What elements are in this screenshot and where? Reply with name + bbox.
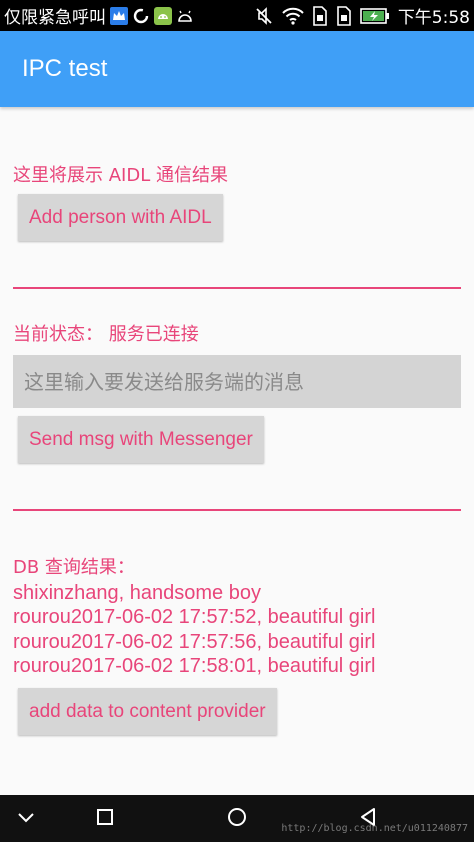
db-result-row: rourou2017-06-02 17:57:56, beautiful gir…	[13, 630, 376, 653]
nav-home-button[interactable]	[207, 795, 267, 842]
crown-icon	[110, 6, 128, 25]
db-results-header: DB 查询结果：	[13, 557, 135, 578]
sim2-icon	[336, 5, 352, 26]
status-bar: 仅限紧急呼叫 下午5:58	[0, 0, 474, 31]
android-debug-icon	[176, 7, 194, 25]
app-bar: IPC test	[0, 31, 474, 107]
app-title: IPC test	[22, 55, 108, 82]
send-msg-messenger-button[interactable]: Send msg with Messenger	[18, 416, 264, 463]
sim1-icon	[312, 5, 328, 26]
carrier-text: 仅限紧急呼叫	[4, 8, 106, 28]
db-result-row: rourou2017-06-02 17:58:01, beautiful gir…	[13, 655, 376, 677]
nav-recents-button[interactable]	[75, 795, 135, 842]
add-data-content-provider-button[interactable]: add data to content provider	[18, 688, 277, 735]
divider-top	[13, 287, 461, 289]
watermark-text: http://blog.csdn.net/u011240877	[281, 823, 468, 834]
battery-charging-icon	[360, 7, 390, 25]
chevron-down-icon	[17, 809, 35, 828]
divider-bottom	[13, 509, 461, 511]
message-input[interactable]	[13, 355, 461, 408]
sync-icon	[132, 7, 150, 25]
add-person-aidl-button[interactable]: Add person with AIDL	[18, 194, 223, 241]
recents-square-icon	[96, 808, 114, 830]
mute-icon	[254, 6, 274, 26]
home-circle-icon	[227, 807, 247, 831]
db-results: DB 查询结果： shixinzhang, handsome boy rouro…	[13, 556, 375, 679]
db-result-row: rourou2017-06-02 17:57:52, beautiful gir…	[13, 606, 376, 628]
aidl-result-label: 这里将展示 AIDL 通信结果	[13, 165, 228, 186]
db-result-row: shixinzhang, handsome boy	[13, 581, 261, 604]
nav-collapse-button[interactable]	[0, 795, 56, 842]
service-status-label: 当前状态： 服务已连接	[13, 324, 199, 345]
wifi-icon	[282, 7, 304, 25]
android-icon	[154, 6, 172, 25]
nav-back-button[interactable]	[338, 795, 398, 842]
clock-text: 下午5:58	[397, 8, 470, 28]
status-right: 下午5:58	[254, 0, 470, 31]
status-left: 仅限紧急呼叫	[4, 0, 194, 31]
nav-bar: http://blog.csdn.net/u011240877	[0, 795, 474, 842]
